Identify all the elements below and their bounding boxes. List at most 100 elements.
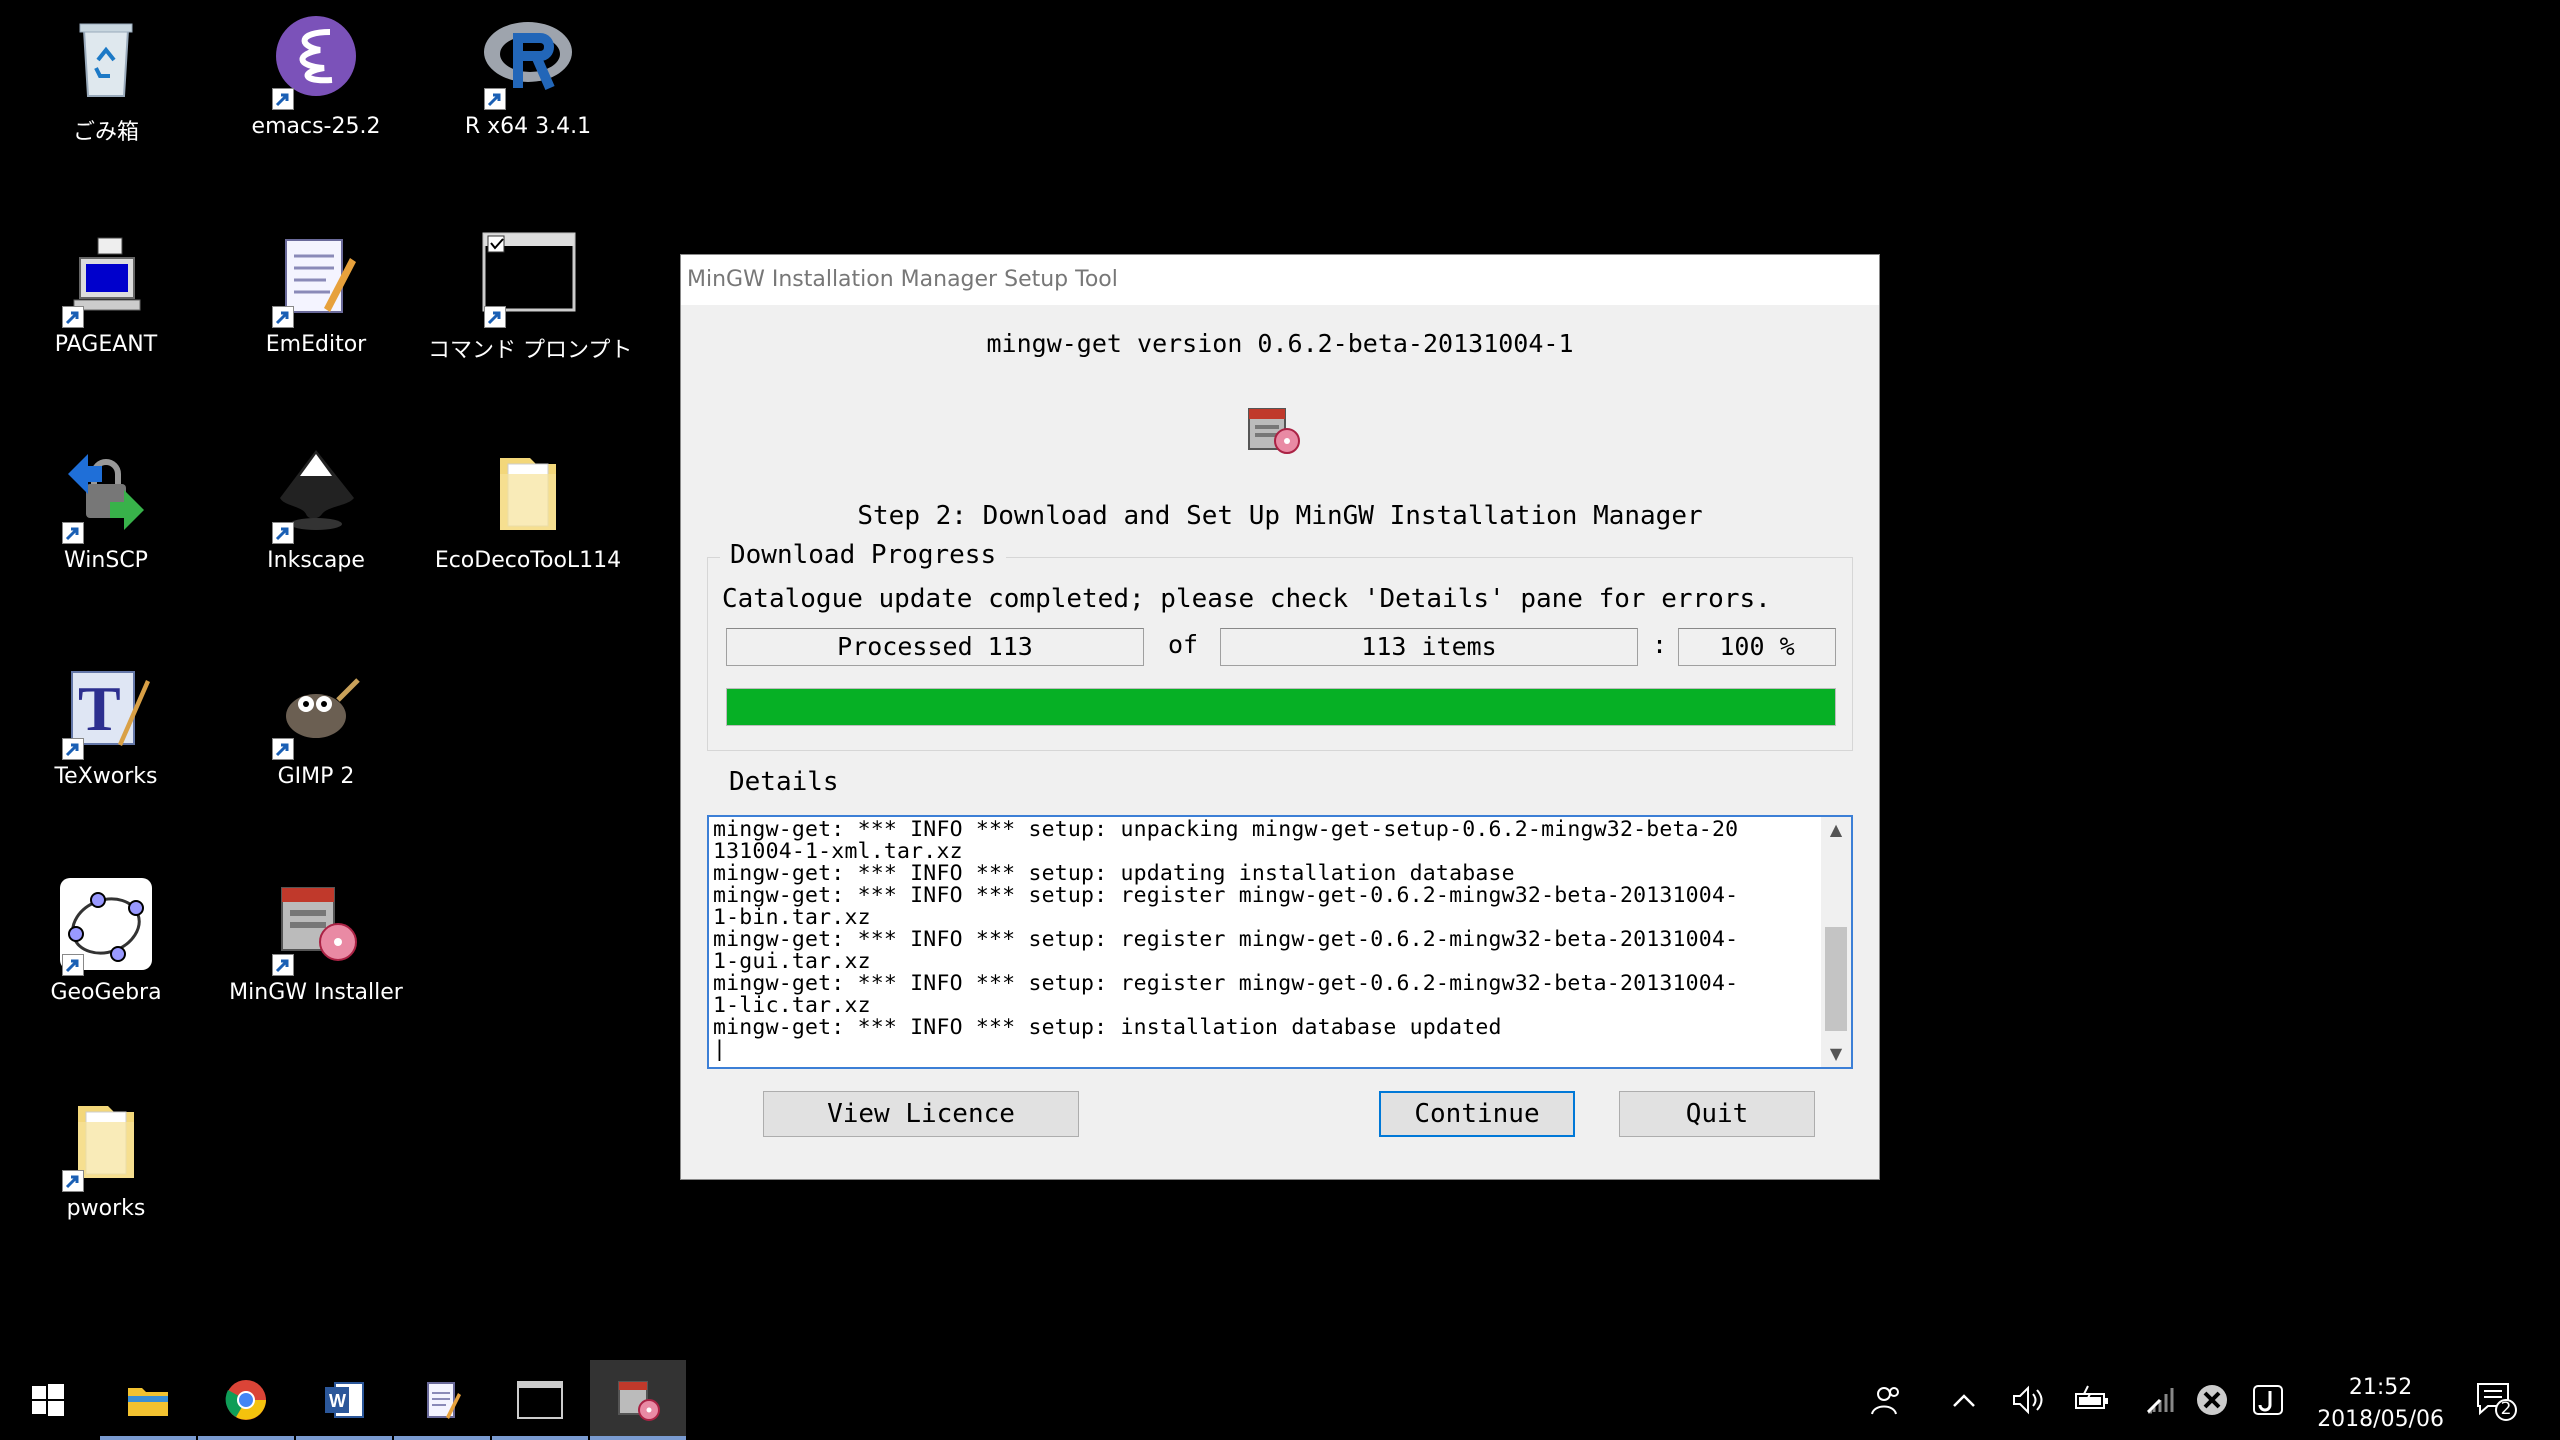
battery-icon[interactable]	[2074, 1382, 2110, 1418]
gimp-icon	[268, 660, 364, 760]
mingw-installer-icon	[268, 876, 364, 976]
desktop-icon-label: PAGEANT	[54, 332, 158, 357]
taskbar-word[interactable]: W	[296, 1360, 392, 1440]
desktop-icon-geogebra[interactable]: GeoGebra	[6, 876, 206, 1005]
mingw-setup-dialog: MinGW Installation Manager Setup Tool mi…	[680, 254, 1880, 1180]
taskbar: W 21:52 2018/05/06 2	[0, 1360, 2560, 1440]
progress-bar	[726, 688, 1836, 726]
volume-icon[interactable]	[2010, 1382, 2046, 1418]
total-items-field: 113 items	[1220, 628, 1638, 666]
clock-time: 21:52	[2348, 1375, 2413, 1400]
desktop-icon-command-prompt[interactable]: コマンド プロンプト	[428, 228, 633, 364]
taskbar-mingw-installer[interactable]	[590, 1360, 686, 1440]
desktop-icon-pageant[interactable]: PAGEANT	[6, 228, 206, 357]
details-log-text: mingw-get: *** INFO *** setup: unpacking…	[713, 817, 1739, 1062]
percent-field: 100 %	[1678, 628, 1836, 666]
desktop-icon-label: Inkscape	[267, 548, 365, 573]
scroll-down-icon[interactable]: ▼	[1821, 1041, 1851, 1067]
download-progress-label: Download Progress	[720, 540, 1007, 570]
colon-label: :	[1652, 630, 1668, 659]
winscp-icon	[58, 444, 154, 544]
emacs-icon	[268, 10, 364, 110]
shortcut-arrow-icon	[62, 954, 84, 976]
details-group: Details mingw-get: *** INFO *** setup: u…	[707, 767, 1853, 1313]
shortcut-arrow-icon	[272, 738, 294, 760]
desktop-icon-label: emacs-25.2	[251, 114, 381, 139]
command-prompt-icon	[517, 1381, 563, 1419]
shortcut-arrow-icon	[272, 306, 294, 328]
desktop-icon-label: pworks	[66, 1196, 146, 1221]
desktop-icon-label: MinGW Installer	[229, 980, 403, 1005]
running-indicator	[394, 1436, 490, 1440]
start-button[interactable]	[0, 1360, 96, 1440]
clock-date: 2018/05/06	[2317, 1407, 2444, 1432]
quit-button[interactable]: Quit	[1619, 1091, 1815, 1137]
processed-count-field: Processed 113	[726, 628, 1144, 666]
download-progress-group: Download Progress Catalogue update compl…	[707, 540, 1853, 751]
folder-icon	[480, 444, 576, 540]
download-status-text: Catalogue update completed; please check…	[722, 584, 1771, 614]
recycle-bin-icon	[58, 10, 154, 106]
version-label: mingw-get version 0.6.2-beta-20131004-1	[986, 329, 1574, 358]
dialog-title[interactable]: MinGW Installation Manager Setup Tool	[681, 255, 1879, 305]
view-licence-button[interactable]: View Licence	[763, 1091, 1079, 1137]
running-indicator	[590, 1436, 686, 1440]
wifi-icon[interactable]	[2142, 1382, 2178, 1418]
r-icon	[480, 10, 576, 110]
shortcut-arrow-icon	[62, 738, 84, 760]
system-clock[interactable]: 21:52 2018/05/06	[2317, 1372, 2444, 1436]
running-indicator	[100, 1436, 196, 1440]
people-icon[interactable]	[1868, 1382, 1904, 1418]
step-heading: Step 2: Download and Set Up MinGW Instal…	[857, 501, 1703, 531]
desktop-icon-label: GIMP 2	[277, 764, 355, 789]
command-prompt-icon	[480, 228, 576, 328]
desktop-icon-ecodecotool[interactable]: EcoDecoTooL114	[428, 444, 628, 573]
of-label: of	[1168, 630, 1199, 659]
desktop-icon-winscp[interactable]: WinSCP	[6, 444, 206, 573]
shortcut-arrow-icon	[272, 88, 294, 110]
desktop-icon-emacs[interactable]: emacs-25.2	[216, 10, 416, 139]
taskbar-command-prompt[interactable]	[492, 1360, 588, 1440]
desktop-icon-label: ごみ箱	[72, 120, 139, 145]
no-network-icon[interactable]	[2194, 1382, 2230, 1418]
details-log[interactable]: mingw-get: *** INFO *** setup: unpacking…	[707, 815, 1853, 1069]
shortcut-arrow-icon	[272, 954, 294, 976]
emeditor-icon	[427, 1382, 461, 1419]
shortcut-arrow-icon	[62, 522, 84, 544]
texworks-icon: T	[58, 660, 154, 760]
mingw-installer-icon	[618, 1381, 660, 1421]
word-icon: W	[325, 1382, 364, 1418]
svg-text:W: W	[329, 1391, 346, 1411]
geogebra-icon	[58, 876, 154, 976]
mingw-setup-icon	[1241, 397, 1305, 461]
details-scrollbar[interactable]: ▲ ▼	[1821, 817, 1851, 1067]
desktop-icon-pworks[interactable]: pworks	[6, 1092, 206, 1221]
desktop-icon-mingw-installer[interactable]: MinGW Installer	[216, 876, 416, 1005]
taskbar-emeditor[interactable]	[394, 1360, 490, 1440]
taskbar-chrome[interactable]	[198, 1360, 294, 1440]
show-hidden-icons[interactable]	[1946, 1382, 1982, 1418]
app-tray-icon[interactable]	[2250, 1382, 2286, 1418]
file-explorer-icon	[128, 1388, 168, 1416]
desktop-icon-label: コマンド プロンプト	[428, 338, 633, 363]
desktop-icon-label: EcoDecoTooL114	[434, 548, 622, 573]
chrome-icon	[225, 1380, 266, 1420]
inkscape-icon	[268, 444, 364, 544]
notification-center-button[interactable]: 2	[2474, 1378, 2518, 1422]
shortcut-arrow-icon	[484, 306, 506, 328]
desktop-icon-gimp[interactable]: GIMP 2	[216, 660, 416, 789]
continue-button[interactable]: Continue	[1379, 1091, 1575, 1137]
desktop-icon-label: R x64 3.4.1	[464, 114, 592, 139]
scroll-thumb[interactable]	[1825, 927, 1847, 1031]
desktop-icon-inkscape[interactable]: Inkscape	[216, 444, 416, 573]
desktop-icon-emeditor[interactable]: EmEditor	[216, 228, 416, 357]
taskbar-file-explorer[interactable]	[100, 1360, 196, 1440]
shortcut-arrow-icon	[62, 306, 84, 328]
details-label: Details	[719, 767, 849, 797]
desktop-icon-texworks[interactable]: T TeXworks	[6, 660, 206, 789]
shortcut-arrow-icon	[62, 1170, 84, 1192]
scroll-up-icon[interactable]: ▲	[1821, 817, 1851, 843]
progress-bar-fill	[727, 689, 1835, 725]
desktop-icon-recycle-bin[interactable]: ごみ箱	[6, 10, 206, 146]
desktop-icon-r[interactable]: R x64 3.4.1	[428, 10, 628, 139]
